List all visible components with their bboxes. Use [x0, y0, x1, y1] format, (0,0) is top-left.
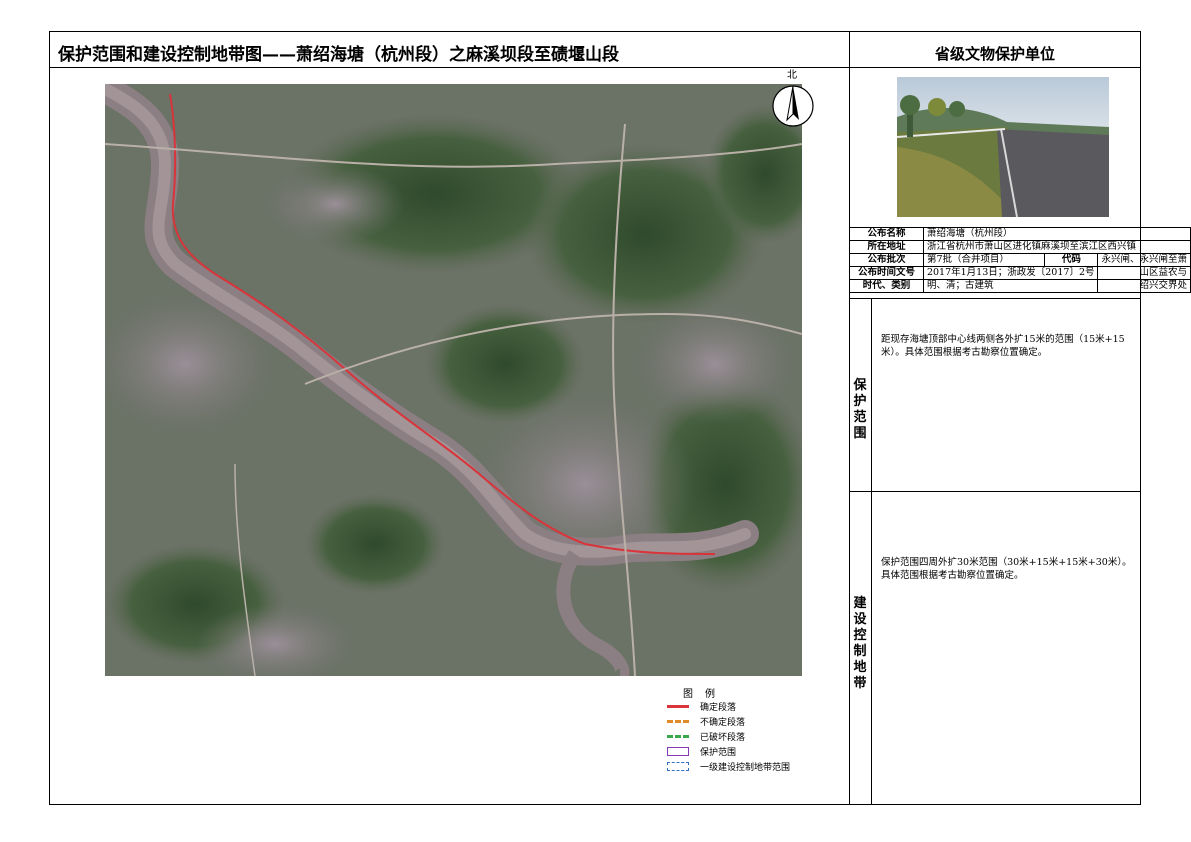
code-value: 永兴闸、永兴闸至萧 — [1097, 253, 1191, 267]
protection-zone-label: 保护范围 — [851, 378, 869, 442]
info-table-bottom-line — [849, 298, 1141, 299]
info-value: 2017年1月13日；浙政发〔2017〕2号 — [922, 266, 1099, 280]
info-row: 公布名称 萧绍海塘（杭州段） — [849, 227, 1191, 241]
legend-swatch-dashed — [666, 716, 690, 726]
legend-item: 保护范围 — [666, 745, 737, 758]
code-label: 代码 — [1044, 253, 1099, 267]
control-zone-text: 保护范围四周外扩30米范围（30米+15米+15米+30米）。具体范围根据考古勘… — [881, 557, 1132, 581]
info-label: 公布时间文号 — [849, 266, 924, 280]
legend-swatch-box — [666, 746, 690, 756]
heritage-level-title: 省级文物保护单位 — [934, 45, 1055, 63]
legend-title: 图例 — [683, 689, 727, 700]
info-value: 第7批（合并项目） — [922, 253, 1046, 267]
legend-label: 已破坏段落 — [700, 732, 746, 743]
north-arrow: 北 — [770, 66, 816, 128]
urban-area — [635, 304, 795, 424]
protection-zone-text: 距现存海塘顶部中心线两侧各外扩15米的范围（15米+15米）。具体范围根据考古勘… — [881, 334, 1125, 358]
legend-item: 不确定段落 — [666, 715, 746, 728]
hill-area — [305, 494, 445, 594]
info-row: 所在地址 浙江省杭州市萧山区进化镇麻溪坝至滨江区西兴镇 — [849, 240, 1191, 254]
info-value: 萧绍海塘（杭州段） — [922, 227, 1191, 241]
section-divider — [849, 491, 1141, 492]
panel-divider — [849, 31, 850, 805]
legend-item: 一级建设控制地带范围 — [666, 760, 791, 773]
info-table: 公布名称 萧绍海塘（杭州段） 所在地址 浙江省杭州市萧山区进化镇麻溪坝至滨江区西… — [849, 227, 1191, 293]
site-photo — [897, 77, 1109, 217]
legend-swatch-solid — [666, 701, 690, 711]
legend-label: 不确定段落 — [700, 717, 746, 728]
legend-swatch-dashed — [666, 731, 690, 741]
info-extra: 山区益农与 — [1097, 266, 1191, 280]
info-label: 公布批次 — [849, 253, 924, 267]
title-bar-divider — [49, 67, 1141, 68]
info-label: 时代、类别 — [849, 279, 924, 293]
info-value: 浙江省杭州市萧山区进化镇麻溪坝至滨江区西兴镇 — [922, 240, 1191, 254]
map-title: 保护范围和建设控制地带图——萧绍海塘（杭州段）之麻溪坝段至碛堰山段 — [58, 45, 619, 65]
urban-area — [265, 164, 405, 244]
north-label: 北 — [787, 70, 797, 81]
compass-icon — [772, 85, 814, 127]
legend-label: 一级建设控制地带范围 — [700, 762, 791, 773]
legend-item: 确定段落 — [666, 700, 737, 713]
control-zone-label: 建设控制地带 — [851, 596, 869, 692]
info-row: 公布批次 第7批（合并项目） 代码 永兴闸、永兴闸至萧 — [849, 253, 1191, 267]
control-zone-label-text: 建设控制地带 — [853, 596, 867, 691]
info-row: 时代、类别 明、清；古建筑 绍兴交界处 — [849, 279, 1191, 293]
satellite-map[interactable] — [105, 84, 802, 676]
info-label: 公布名称 — [849, 227, 924, 241]
legend-label: 保护范围 — [700, 747, 737, 758]
info-row: 公布时间文号 2017年1月13日；浙政发〔2017〕2号 山区益农与 — [849, 266, 1191, 280]
info-label: 所在地址 — [849, 240, 924, 254]
legend-label: 确定段落 — [700, 702, 737, 713]
protection-zone-label-text: 保护范围 — [853, 378, 867, 441]
info-extra: 绍兴交界处 — [1097, 279, 1191, 293]
legend-item: 已破坏段落 — [666, 730, 746, 743]
label-column-divider — [871, 298, 872, 805]
info-value: 明、清；古建筑 — [922, 279, 1099, 293]
legend-swatch-dashed-box — [666, 761, 690, 771]
